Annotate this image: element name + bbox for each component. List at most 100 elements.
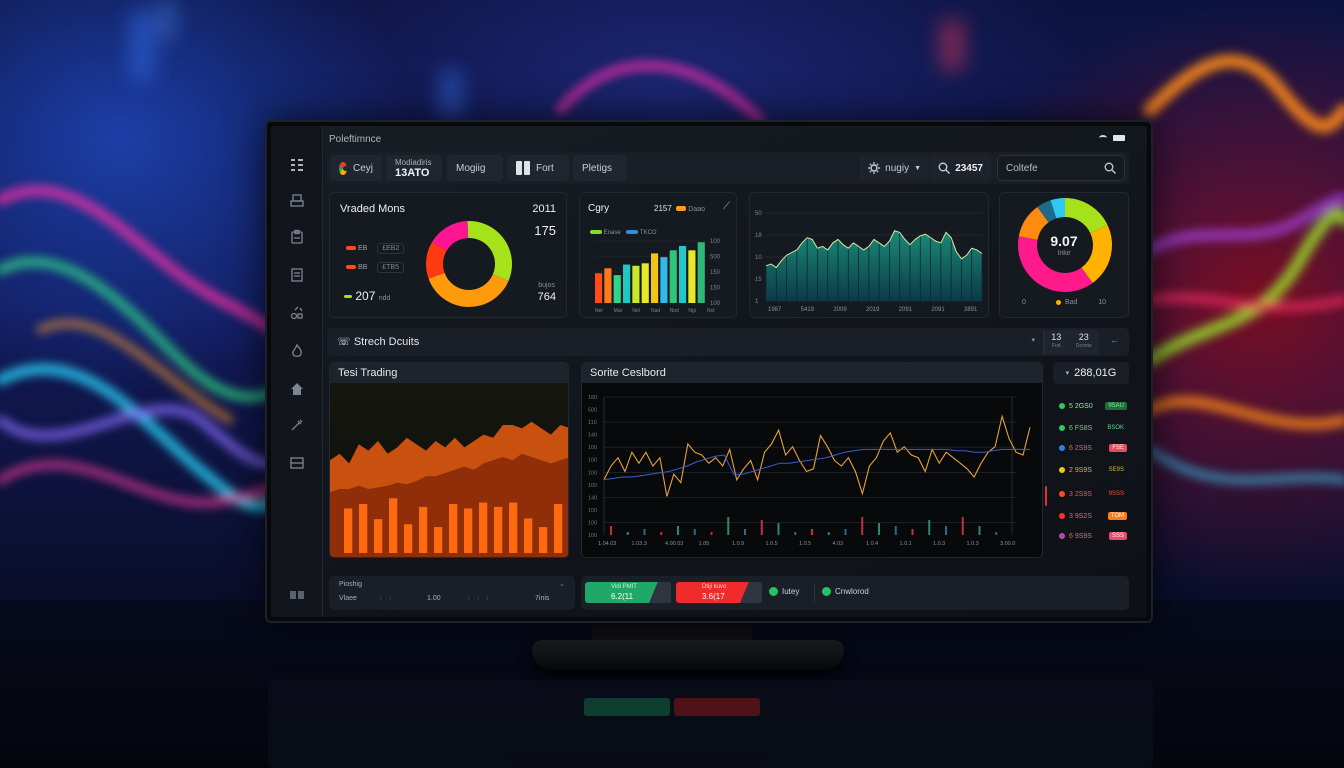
bar-card: Cgry 2157 Daao ⟋ Enase TKCO 100 500 150 150… [579,192,737,318]
legend-label: BB [357,264,368,271]
grid-icon[interactable] [288,156,306,174]
filter-value[interactable]: 1.00 [427,595,441,602]
bar [604,268,612,303]
buy-value: 6.2(11 [611,592,634,601]
sell-button[interactable]: Dtiji kuvo 3.6(17 [676,582,762,603]
expand-icon[interactable]: ⟋ [723,201,730,212]
tab-value: 13ATO [395,167,430,179]
trading-panel: Tesi Trading [329,362,569,558]
ticker-list: 5 2GS0 9SAU 6 FS8S BSOK 6 2S9S FSE 2 9S9S SE9S 3… [1045,394,1129,558]
legend-pill: £TB5 [377,262,404,273]
filter-bar: Pioshig ⌄ Vlaee ↓ ↓ 1.00 ↓ ↓ ↓ 7inis [329,576,575,610]
monitor: Poleftimnce Ceyj Modiadiris 13ATO Mogiig [265,120,1153,623]
volume-bar [777,523,780,535]
ticker-text: 5 2GS0 [1069,402,1093,410]
donut-legend-item: BB £TB5 [346,262,404,273]
donut-stat-mid: 175 [534,223,556,238]
tab-mogiig[interactable]: Mogiig [447,155,503,181]
volume-bar [389,498,398,553]
flame-icon[interactable] [288,342,306,360]
document-icon[interactable] [288,266,306,284]
ticker-dot [1059,425,1065,431]
search-icon[interactable] [1104,162,1116,174]
donut-big-value: 207 ndd [344,289,390,303]
region-label: nugiy [885,162,910,174]
ticker-row[interactable]: 3 2S9S 9SSS [1059,486,1127,502]
x-tick-label: 1.0.3 [967,541,979,547]
y-tick-label: 100 [588,483,597,489]
alert-indicator [1045,486,1047,506]
y-tick-label: 18 [755,233,762,239]
big-value-unit: ndd [378,295,391,302]
volume-bar [344,508,353,553]
volume-bar [961,517,964,535]
share-icon[interactable] [288,304,306,322]
home-icon[interactable] [288,380,306,398]
tab-label: Mogiig [456,162,486,174]
tab-modiadiris[interactable]: Modiadiris 13ATO [386,155,442,181]
status-cnwlorod[interactable]: Cnwlorod [822,587,869,597]
tab-fort[interactable]: Fort [507,155,569,181]
x-tick-label: Nel [595,308,603,314]
tab-label: Ceyj [352,162,373,174]
volume-bar [660,532,663,535]
tab-ceyj[interactable]: Ceyj [330,155,382,181]
divider [814,584,815,602]
total-dropdown[interactable]: ▾ 288,01G [1053,362,1129,384]
y-tick-label: 140 [588,495,597,501]
x-tick-label: 2019 [866,307,880,313]
big-value: 207 [355,289,376,303]
back-arrow-icon[interactable]: ← [1110,335,1119,345]
ticker-row[interactable]: 6 FS8S BSOK [1059,420,1127,436]
printer-icon[interactable] [288,192,306,210]
status-iutey[interactable]: Iutey [769,587,799,597]
ticker-row[interactable]: 6 2S9S FSE [1059,440,1127,456]
legend-label: EB [357,245,368,252]
search-input[interactable]: Coltefe [997,155,1125,181]
strip-stat-label: Fod [1051,343,1061,349]
status-dot [822,587,831,597]
buy-button[interactable]: Vidi PMIT 6.2(11 [585,582,671,603]
search-placeholder: Coltefe [1006,162,1038,174]
ticker-row[interactable]: 3 9S2S TOM [1059,508,1127,524]
trading-chart [330,383,568,557]
x-tick-label: Mar [614,308,623,314]
ticker-row[interactable]: 2 9S9S SE9S [1059,462,1127,478]
pipette-icon[interactable] [288,416,306,434]
monitor-icon[interactable] [288,454,306,472]
chevron-down-icon[interactable]: ⌄ [559,580,565,588]
region-dropdown[interactable]: nugiy ▼ [860,155,929,181]
x-tick-label: 1.03.3 [632,541,647,547]
volume-bar [449,504,458,553]
ticker-text: 2 9S9S [1069,466,1092,474]
tab-label: Pletigs [582,162,613,174]
bar [641,263,649,303]
legend-swatch [590,230,602,235]
gear-icon [868,162,881,174]
line-chart: 1805001101401001001001001401001001001.04… [588,395,1031,547]
tab-pletigs[interactable]: Pletigs [573,155,627,181]
clipboard-icon[interactable] [288,228,306,246]
volume-bar [978,526,981,535]
y-tick-label: 1 [755,299,759,305]
strip-dropdown-arrow[interactable]: ▾ [1031,336,1035,344]
layout-icon[interactable] [288,586,306,604]
ticker-badge: TOM [1107,512,1127,520]
x-tick-label: Nad [651,308,660,314]
quick-search[interactable]: 23457 [930,155,991,181]
line-panel-title: Sorite Ceslbord [582,363,1042,383]
ticker-dot [1059,467,1065,473]
filter-arrows[interactable]: ↓ ↓ ↓ [467,595,489,602]
y-tick-label: 100 [588,533,597,539]
bar [595,273,603,303]
details-strip[interactable]: ☏ Strech Dcuits ▾ 13 Fod 23 Dconte ← [327,328,1129,356]
status-label: Cnwlorod [835,587,869,596]
ticker-row[interactable]: 6 9S9S SSS [1059,528,1127,544]
volume-bar [727,517,730,535]
x-tick-label: 2091 [899,307,913,313]
filter-arrows[interactable]: ↓ ↓ [379,595,392,602]
volume-bar [844,529,847,535]
ticker-row[interactable]: 5 2GS0 9SAU [1059,398,1127,414]
ring-footer-legend: Bad [1056,299,1077,306]
series-price [603,414,1031,497]
